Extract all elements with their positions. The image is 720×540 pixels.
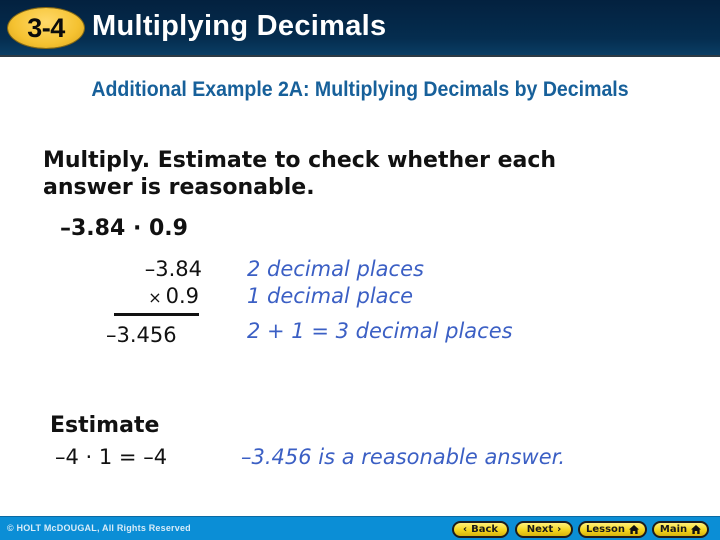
instruction-text: Multiply. Estimate to check whether each… xyxy=(43,148,557,200)
multiplier-row: × 0.9 xyxy=(108,283,199,311)
estimate-expression: –4 · 1 = –4 xyxy=(55,445,168,469)
example-title: Additional Example 2A: Multiplying Decim… xyxy=(91,78,629,101)
multiplier: 0.9 xyxy=(165,284,199,308)
lesson-button-label: Lesson xyxy=(585,524,626,535)
note-total-places: 2 + 1 = 3 decimal places xyxy=(247,319,513,343)
note-multiplier-places: 1 decimal place xyxy=(247,284,414,308)
product-rule-line xyxy=(114,313,199,316)
note-multiplicand-places: 2 decimal places xyxy=(247,257,424,281)
lesson-number: 3-4 xyxy=(27,12,65,43)
multiplicand: –3.84 xyxy=(144,257,202,281)
product: –3.456 xyxy=(106,323,177,347)
decimal-place-notes: 2 decimal places 1 decimal place 2 + 1 =… xyxy=(247,256,513,345)
main-button[interactable]: Main xyxy=(652,521,709,538)
estimate-label: Estimate xyxy=(50,413,160,438)
chevron-right-icon: › xyxy=(557,523,562,535)
main-button-label: Main xyxy=(659,524,688,535)
next-button-label: Next xyxy=(526,524,554,535)
times-icon: × xyxy=(148,288,162,307)
home-icon xyxy=(629,525,640,534)
next-button[interactable]: Next › xyxy=(515,521,573,538)
home-icon xyxy=(691,525,702,534)
problem-expression: –3.84 · 0.9 xyxy=(60,216,188,241)
footer-bar: © HOLT McDOUGAL, All Rights Reserved ‹ B… xyxy=(0,516,720,540)
vertical-multiplication: –3.84 × 0.9 –3.456 xyxy=(106,256,203,349)
title-bar: 3-4 Multiplying Decimals xyxy=(0,0,720,57)
conclusion-text: –3.456 is a reasonable answer. xyxy=(241,445,566,469)
back-button[interactable]: ‹ Back xyxy=(452,521,509,538)
chevron-left-icon: ‹ xyxy=(462,523,468,535)
back-button-label: Back xyxy=(471,524,499,535)
lesson-title: Multiplying Decimals xyxy=(92,10,387,42)
lesson-button[interactable]: Lesson xyxy=(578,521,647,538)
copyright-notice: © HOLT McDOUGAL, All Rights Reserved xyxy=(7,523,191,533)
lesson-number-badge: 3-4 xyxy=(8,8,84,48)
